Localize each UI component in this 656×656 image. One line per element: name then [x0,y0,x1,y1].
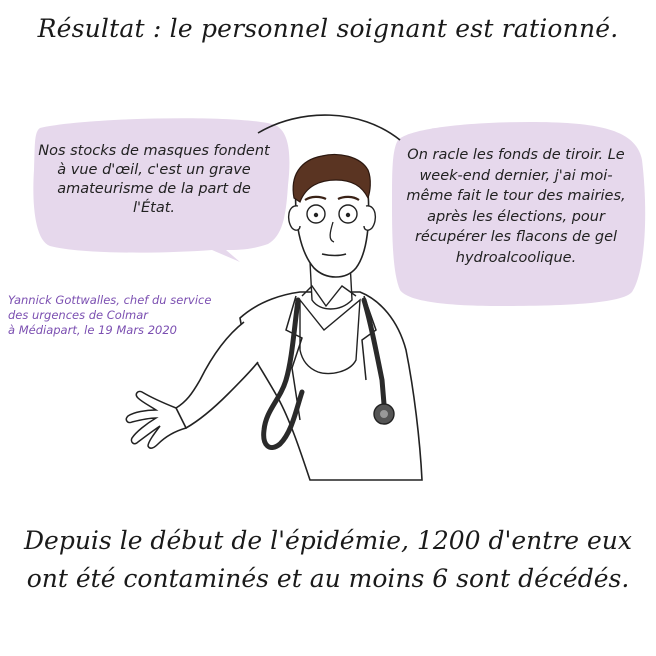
attribution-caption: Yannick Gottwalles, chef du service des … [8,293,258,338]
left-bubble-text: Nos stocks de masques fondent à vue d'œi… [38,143,270,216]
panel-title: Résultat : le personnel soignant est rat… [37,14,619,43]
caption-line-2: des urgences de Colmar [8,308,149,322]
stethoscope-chestpiece-center [380,410,388,418]
pupil-left [313,212,319,218]
lab-coat [239,291,423,481]
comic-panel: Résultat : le personnel soignant est rat… [0,0,656,656]
bottom-statement: Depuis le début de l'épidémie, 1200 d'en… [23,526,633,593]
hand [125,390,188,449]
caption-line-1: Yannick Gottwalles, chef du service [8,293,212,307]
ear-right [363,205,377,231]
caption-line-3: à Médiapart, le 19 Mars 2020 [8,323,177,337]
pupil-right [345,212,351,218]
ear-left [287,205,301,231]
right-bubble-text: On racle les fonds de tiroir. Le week-en… [406,147,626,266]
